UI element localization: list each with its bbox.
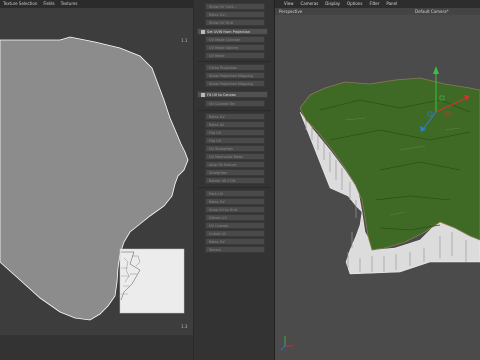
tool-button[interactable]: UV Unwrap xyxy=(205,222,265,229)
uv-editor-panel: Texture Selection Fields Textures 1.1 1.… xyxy=(0,0,193,360)
uv-tick-bottom: 1.3 xyxy=(181,324,188,329)
uv-tools-column: Show UV Cont... Relax UV... Show UV Grid… xyxy=(193,0,275,360)
menu-panel[interactable]: Panel xyxy=(386,0,397,8)
tool-button[interactable]: Relax UV... xyxy=(205,11,265,18)
tool-button[interactable]: UV Mode xyxy=(205,52,265,59)
tool-button[interactable]: Pack UV xyxy=(205,190,265,197)
tool-button[interactable]: Relax UV xyxy=(205,198,265,205)
tool-button[interactable]: Show Projection Mapping xyxy=(205,80,265,87)
divider xyxy=(197,110,271,111)
tool-button[interactable]: UV Colored Tex xyxy=(205,100,265,107)
menu-options[interactable]: Options xyxy=(347,0,362,8)
checker-icon xyxy=(201,92,205,97)
menu-fields[interactable]: Fields xyxy=(43,0,54,8)
tool-button[interactable]: Rotate 90 CCW xyxy=(205,177,265,184)
tool-button[interactable]: Align To Texture xyxy=(205,161,265,168)
checker-icon xyxy=(201,29,205,34)
uv-status-area xyxy=(0,335,193,360)
tool-button[interactable]: Distort UV xyxy=(205,214,265,221)
uv-tick-top: 1.1 xyxy=(181,38,188,43)
app-window: Texture Selection Fields Textures 1.1 1.… xyxy=(0,0,480,360)
tool-button[interactable]: Relax UV xyxy=(205,238,265,245)
tool-button[interactable]: Flip UV xyxy=(205,129,265,136)
tool-button[interactable]: UV Mode Sphere xyxy=(205,44,265,51)
menu-cameras[interactable]: Cameras xyxy=(301,0,319,8)
menu-view[interactable]: View xyxy=(284,0,294,8)
tool-button[interactable]: UV Mode Cylinder xyxy=(205,36,265,43)
fit-uv-to-canvas-button[interactable]: Fit UV to Canvas xyxy=(197,91,268,98)
tool-button[interactable]: Show UV Grid xyxy=(205,19,265,26)
menu-filter[interactable]: Filter xyxy=(369,0,379,8)
uv-canvas[interactable]: 1.1 1.3 xyxy=(0,8,193,335)
divider xyxy=(197,187,271,188)
tool-button[interactable]: Flip UV xyxy=(205,137,265,144)
menu-display[interactable]: Display xyxy=(325,0,340,8)
uv-menubar: Texture Selection Fields Textures xyxy=(0,0,193,8)
viewport-menubar: View Cameras Display Options Filter Pane… xyxy=(275,0,480,8)
tool-button[interactable]: Ortho Projection xyxy=(205,64,265,71)
tool-button[interactable]: UV Straighten xyxy=(205,145,265,152)
viewport-camera-label[interactable]: Default Camera* xyxy=(415,9,449,14)
terrain-scene xyxy=(280,66,480,351)
tool-button[interactable]: Relax UV xyxy=(205,113,265,120)
tool-button[interactable]: Terrain xyxy=(205,246,265,253)
tool-button[interactable]: Unfold UV xyxy=(205,230,265,237)
viewport-canvas[interactable] xyxy=(275,15,480,360)
texture-preview xyxy=(119,248,185,314)
menu-texture-selection[interactable]: Texture Selection xyxy=(3,0,37,8)
viewport-panel: View Cameras Display Options Filter Pane… xyxy=(275,0,480,360)
divider xyxy=(197,61,271,62)
set-uvw-from-projection-button[interactable]: Set UVW from Projection xyxy=(197,28,268,35)
tool-button[interactable]: Snap UV to Grid xyxy=(205,206,265,213)
tool-button[interactable]: Relax All xyxy=(205,121,265,128)
tool-button[interactable]: UV Normalize Rows xyxy=(205,153,265,160)
viewport-view-label: Perspective xyxy=(279,9,303,14)
tool-button[interactable]: Show Projection Mapping xyxy=(205,72,265,79)
tool-button[interactable]: Straighten xyxy=(205,169,265,176)
tool-button[interactable]: Show UV Cont... xyxy=(205,3,265,10)
menu-textures[interactable]: Textures xyxy=(61,0,78,8)
uv-island-drawing xyxy=(0,36,189,321)
world-axis-z xyxy=(280,345,286,351)
